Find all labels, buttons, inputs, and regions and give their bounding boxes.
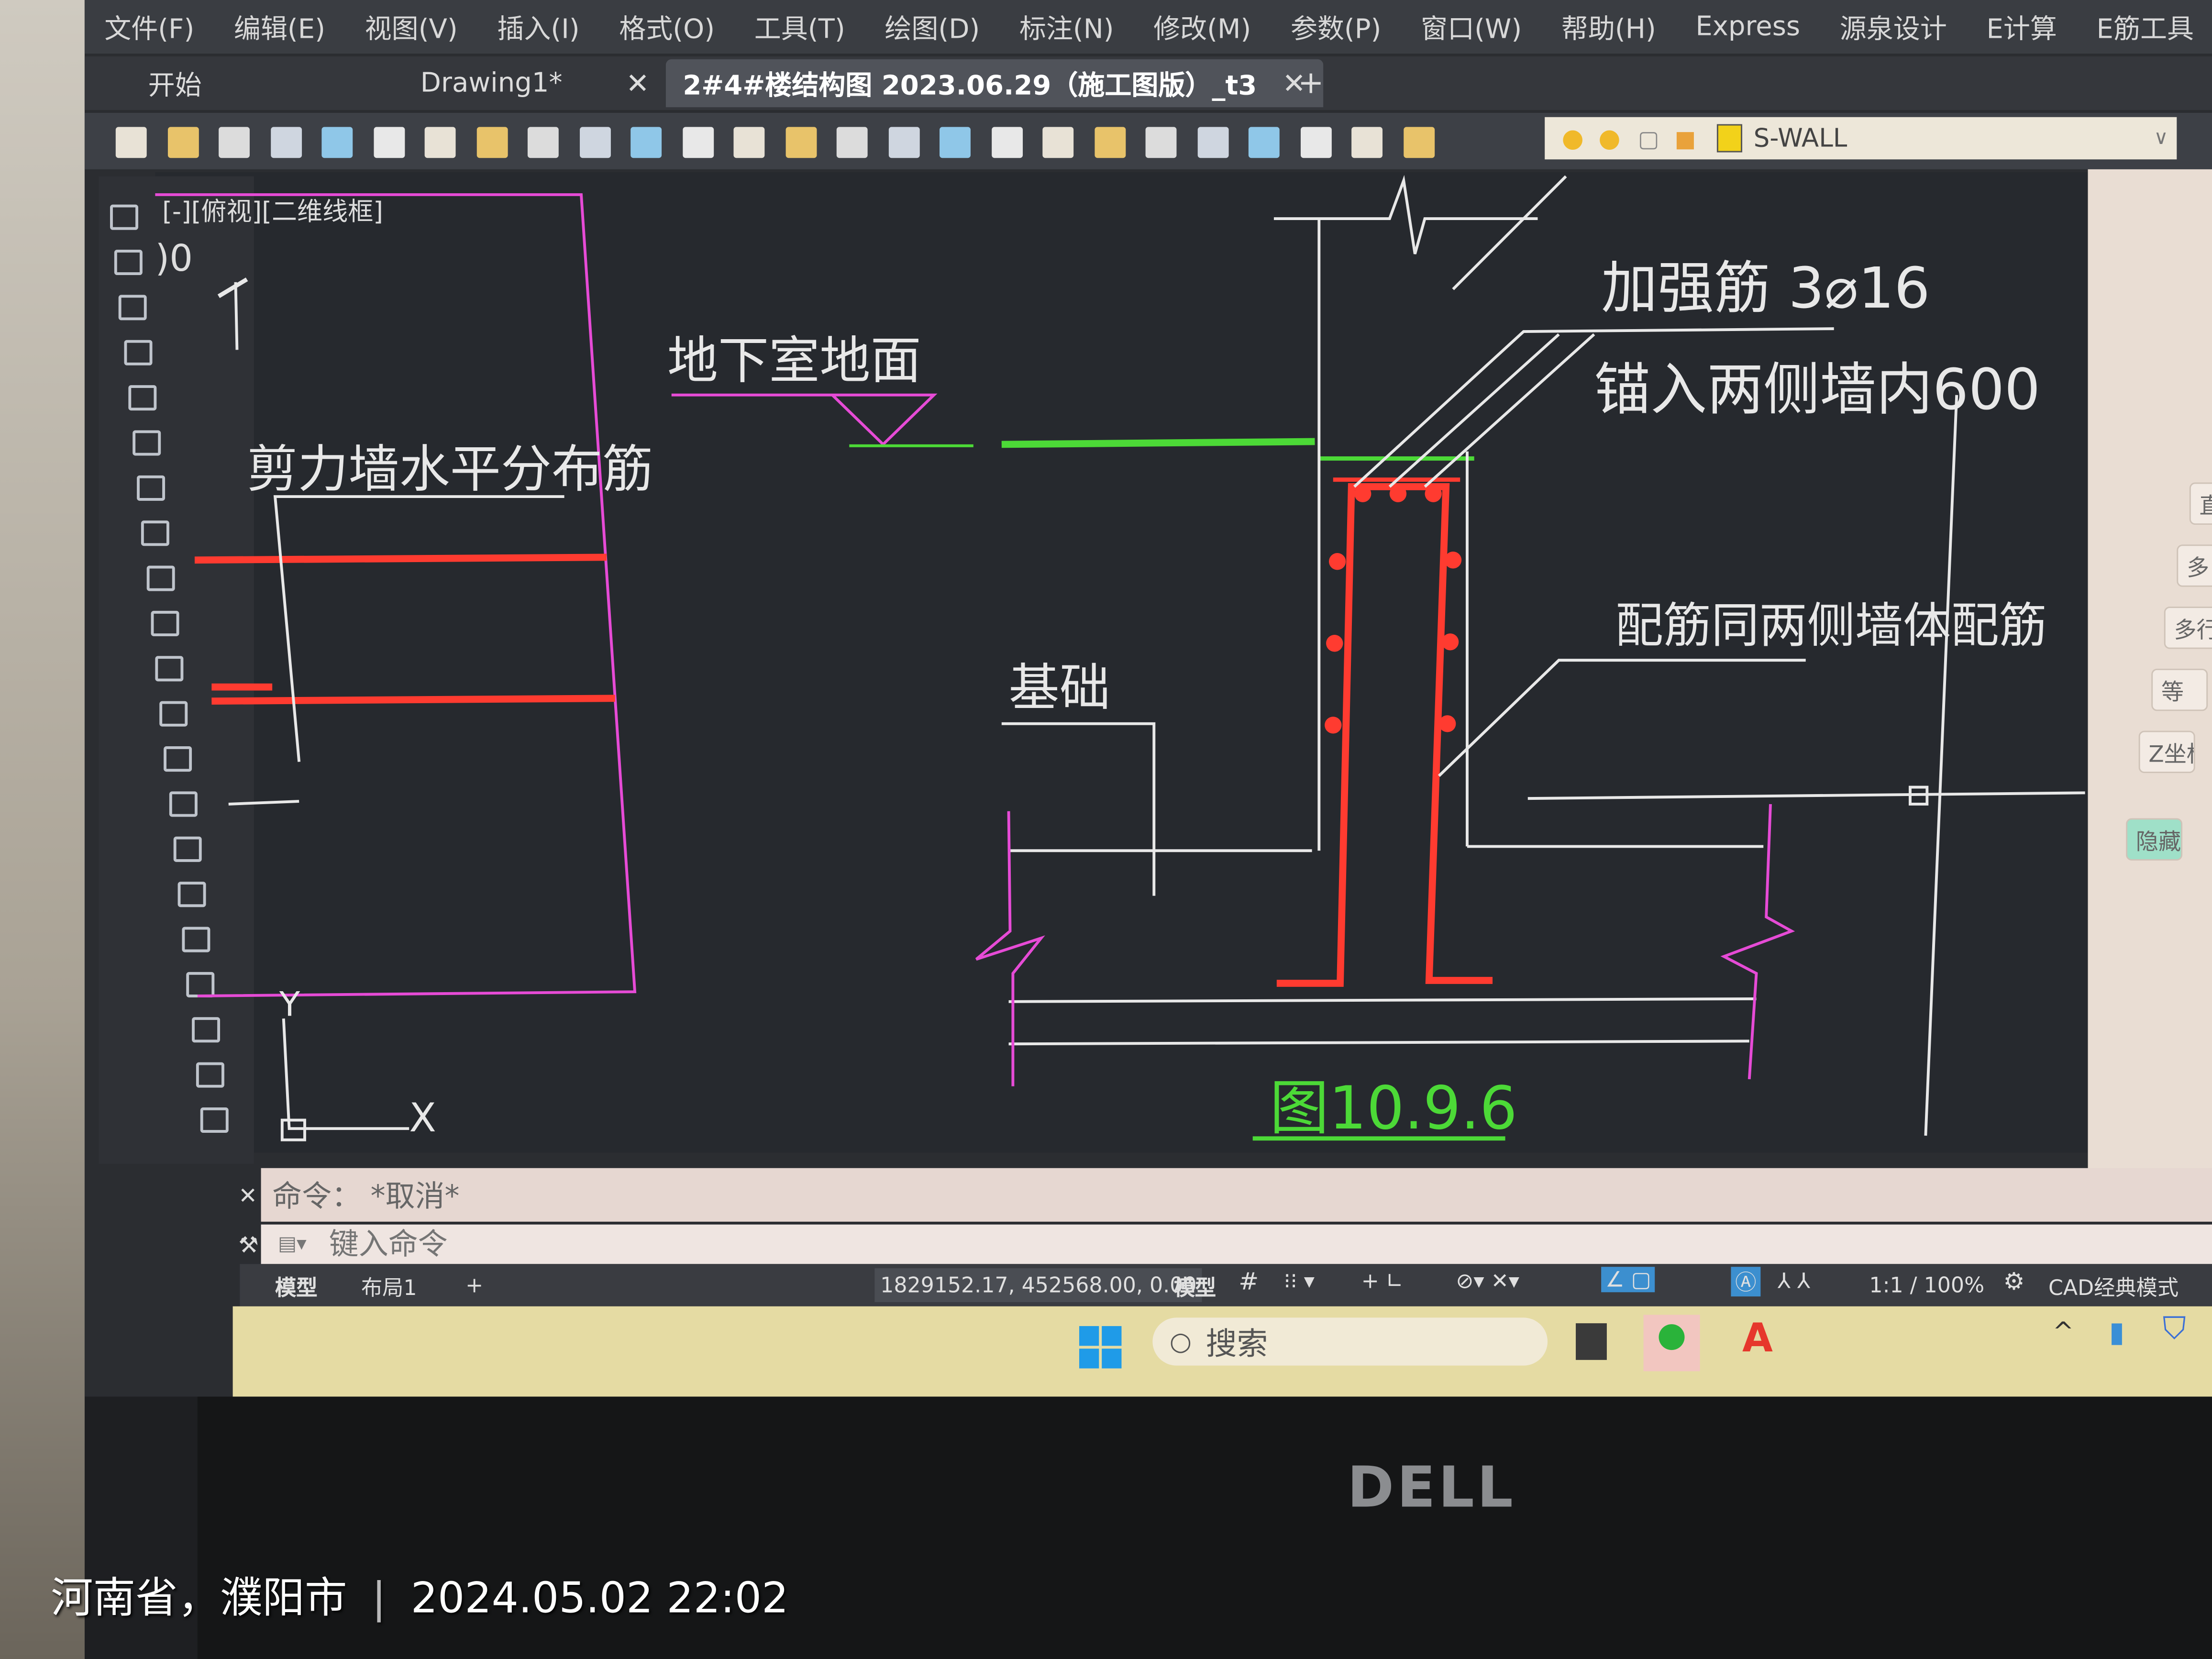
leader-line — [1424, 333, 1595, 488]
command-history: ✕ 命令： *取消* — [238, 1168, 2212, 1222]
shield-icon[interactable]: ⛉ — [2163, 1312, 2186, 1348]
task-view-icon[interactable] — [1576, 1323, 1607, 1360]
gear-icon[interactable]: ⚙ — [2003, 1268, 2025, 1296]
rebar-line — [211, 695, 615, 705]
rebar-dot — [1326, 635, 1343, 652]
workspace-switcher[interactable]: CAD经典模式 — [2048, 1272, 2179, 1302]
viewport-label[interactable]: [-][俯视][二维线框] — [162, 197, 383, 226]
panel-button[interactable]: 隐藏 — [2126, 818, 2183, 861]
panel-button[interactable]: Z坐标 — [2138, 730, 2195, 774]
leader-line — [273, 495, 564, 762]
taskbar: ○ 搜索 ● A ^ ▮ ⛉ — [232, 1306, 2212, 1397]
rebar-dot — [1325, 717, 1342, 734]
command-input[interactable] — [326, 1226, 1179, 1263]
tab-model[interactable]: 模型 — [275, 1272, 318, 1302]
watermark-datetime: 2024.05.02 22:02 — [410, 1574, 789, 1624]
polar-icon[interactable]: ⊘▾ ✕▾ — [1456, 1268, 1519, 1294]
status-bar: 模型 布局1 + 1829152.17, 452568.00, 0.00 模型 … — [240, 1264, 2212, 1306]
crosshair-cursor — [1924, 395, 1958, 1136]
rebar-dot — [1389, 485, 1407, 502]
cursor-mark — [228, 800, 299, 806]
grid-icon[interactable]: # — [1239, 1268, 1259, 1296]
leader-line — [1438, 659, 1806, 777]
ucs-icon — [282, 1018, 409, 1130]
wall-edge — [1452, 175, 1567, 290]
wrench-icon[interactable]: ⚒ — [238, 1231, 258, 1258]
autocad-icon[interactable]: A — [1742, 1315, 1773, 1361]
annotation-scale[interactable]: 1:1 / 100% — [1869, 1272, 1984, 1298]
dell-logo: DELL — [1347, 1456, 1516, 1521]
osnap-icon[interactable]: ∠ ▢ — [1601, 1267, 1656, 1293]
foundation-edge — [1008, 1040, 1749, 1046]
cursor-mark — [234, 282, 239, 350]
recent-commands-icon[interactable]: ▤▾ — [278, 1233, 307, 1255]
rebar-dot — [1354, 485, 1371, 502]
search-icon: ○ — [1169, 1327, 1192, 1357]
crosshair-cursor — [1527, 791, 2085, 800]
add-layout-button[interactable]: + — [465, 1272, 483, 1298]
label-foundation: 基础 — [1009, 659, 1110, 718]
leader-line — [1388, 333, 1560, 488]
elevation-symbol — [671, 393, 938, 447]
rebar-dot — [1438, 715, 1456, 732]
label-anchor: 锚入两侧墙内600 — [1594, 357, 2040, 422]
panel-button[interactable]: 多行 — [2164, 607, 2212, 649]
windows-start-icon[interactable] — [1079, 1326, 1122, 1369]
close-icon[interactable]: ✕ — [238, 1182, 257, 1208]
ucs-x-label: X — [409, 1095, 436, 1141]
ground-line — [1001, 438, 1315, 448]
tab-layout1[interactable]: 布局1 — [361, 1272, 417, 1302]
label-shear-wall: 剪力墙水平分布筋 — [247, 440, 653, 499]
wall-outline — [155, 193, 637, 997]
panel-button[interactable]: 多 — [2177, 544, 2212, 587]
label-reinforcement: 加强筋 3⌀16 — [1601, 255, 1930, 321]
model-space-button[interactable]: 模型 — [1174, 1272, 1217, 1302]
ucs-y-label: Y — [279, 984, 300, 1024]
rebar-dot — [1441, 633, 1459, 651]
foundation-edge — [1008, 997, 1757, 1003]
right-panel: 直多多行等 Z坐标隐藏 — [2088, 169, 2212, 1185]
photo-watermark: 河南省，濮阳市 | 2024.05.02 22:02 — [51, 1574, 789, 1624]
cursor-mark — [217, 277, 248, 299]
taskbar-search[interactable]: ○ 搜索 — [1152, 1317, 1548, 1366]
snap-icon[interactable]: ⁝⁝ ▾ — [1284, 1268, 1315, 1294]
panel-button[interactable]: 直 — [2189, 482, 2212, 525]
watermark-location: 河南省，濮阳市 — [51, 1574, 347, 1624]
coordinates-readout: 1829152.17, 452568.00, 0.00 — [874, 1268, 1203, 1302]
rebar-line — [194, 553, 607, 564]
figure-number: 图10.9.6 — [1270, 1074, 1517, 1143]
rebar-dot — [1328, 553, 1346, 570]
label-same-rebar: 配筋同两侧墙体配筋 — [1615, 597, 2047, 653]
tray-app-icon[interactable]: ▮ — [2109, 1315, 2124, 1349]
ortho-icon[interactable]: + ∟ — [1361, 1268, 1404, 1294]
label-basement-floor: 地下室地面 — [667, 331, 921, 390]
panel-button[interactable]: 等 — [2151, 668, 2208, 711]
rebar-dot — [1425, 485, 1442, 502]
leader-line — [1001, 722, 1156, 896]
photo: 文件(F) 编辑(E) 视图(V) 插入(I) 格式(O) 工具(T) 绘图(D) 标注(N)… — [0, 0, 2212, 1659]
annotation-icon[interactable]: Ⓐ — [1731, 1267, 1761, 1297]
chevron-up-icon[interactable]: ^ — [2053, 1317, 2074, 1347]
annotation-scale-icon[interactable]: ⅄ ⅄ — [1778, 1268, 1810, 1294]
command-history-text: 命令： *取消* — [272, 1179, 460, 1214]
search-placeholder: 搜索 — [1206, 1327, 1268, 1363]
wechat-icon[interactable]: ● — [1643, 1315, 1700, 1371]
command-line: ⚒ ▤▾ — [238, 1224, 2212, 1264]
rebar-dot — [1444, 552, 1462, 569]
viewport-scale: )0 — [155, 237, 193, 280]
